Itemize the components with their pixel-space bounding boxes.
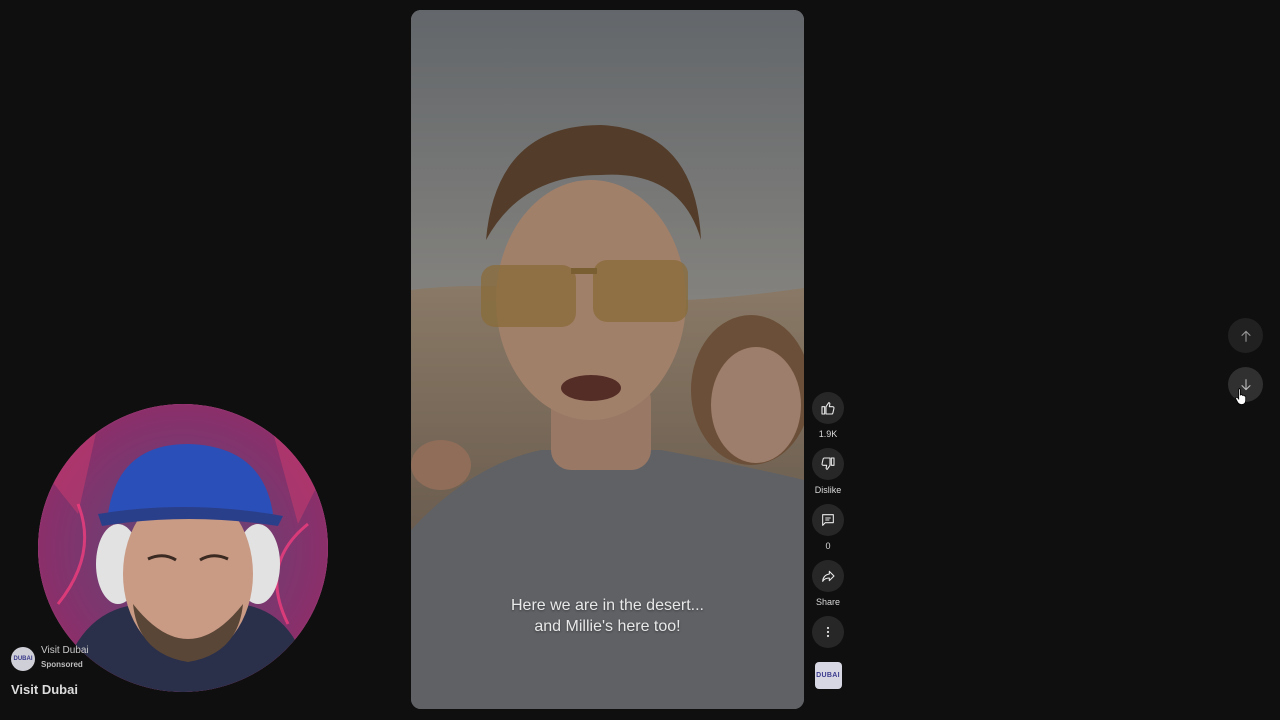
caption-line-1: Here we are in the desert... (511, 597, 704, 614)
dislike-button[interactable] (812, 448, 844, 480)
like-count: 1.9K (818, 429, 838, 439)
more-options-button[interactable] (812, 616, 844, 648)
more-vertical-icon (826, 626, 830, 638)
shorts-page: Here we are in the desert... and Millie'… (0, 0, 1280, 720)
sponsor-avatar[interactable]: DUBAI (11, 647, 35, 671)
channel-logo-button[interactable]: DUBAI (814, 662, 842, 689)
sponsored-badge: Sponsored (41, 660, 83, 669)
share-icon (822, 570, 835, 582)
previous-video-button[interactable] (1228, 318, 1263, 353)
share-button[interactable] (812, 560, 844, 592)
comments-button[interactable] (812, 504, 844, 536)
thumbs-down-icon (821, 457, 835, 470)
action-bar: 1.9K Dislike 0 Share DUBAI (808, 392, 848, 689)
share-label: Share (815, 597, 841, 607)
hand-cursor-icon (1235, 388, 1247, 405)
comments-action: 0 (812, 504, 844, 552)
thumbs-up-icon (821, 402, 835, 415)
comment-count: 0 (825, 541, 831, 551)
dislike-action: Dislike (812, 448, 844, 496)
dislike-label: Dislike (814, 485, 842, 495)
like-action: 1.9K (812, 392, 844, 440)
short-video-player[interactable]: Here we are in the desert... and Millie'… (411, 10, 804, 709)
arrow-up-icon (1240, 330, 1251, 342)
more-action (812, 616, 844, 648)
like-button[interactable] (812, 392, 844, 424)
share-action: Share (812, 560, 844, 608)
sponsor-channel-name[interactable]: Visit Dubai (41, 645, 89, 656)
video-caption: Here we are in the desert... and Millie'… (411, 595, 804, 637)
caption-line-2: and Millie's here too! (534, 618, 681, 635)
comment-icon (822, 514, 834, 526)
video-title[interactable]: Visit Dubai (11, 682, 78, 697)
